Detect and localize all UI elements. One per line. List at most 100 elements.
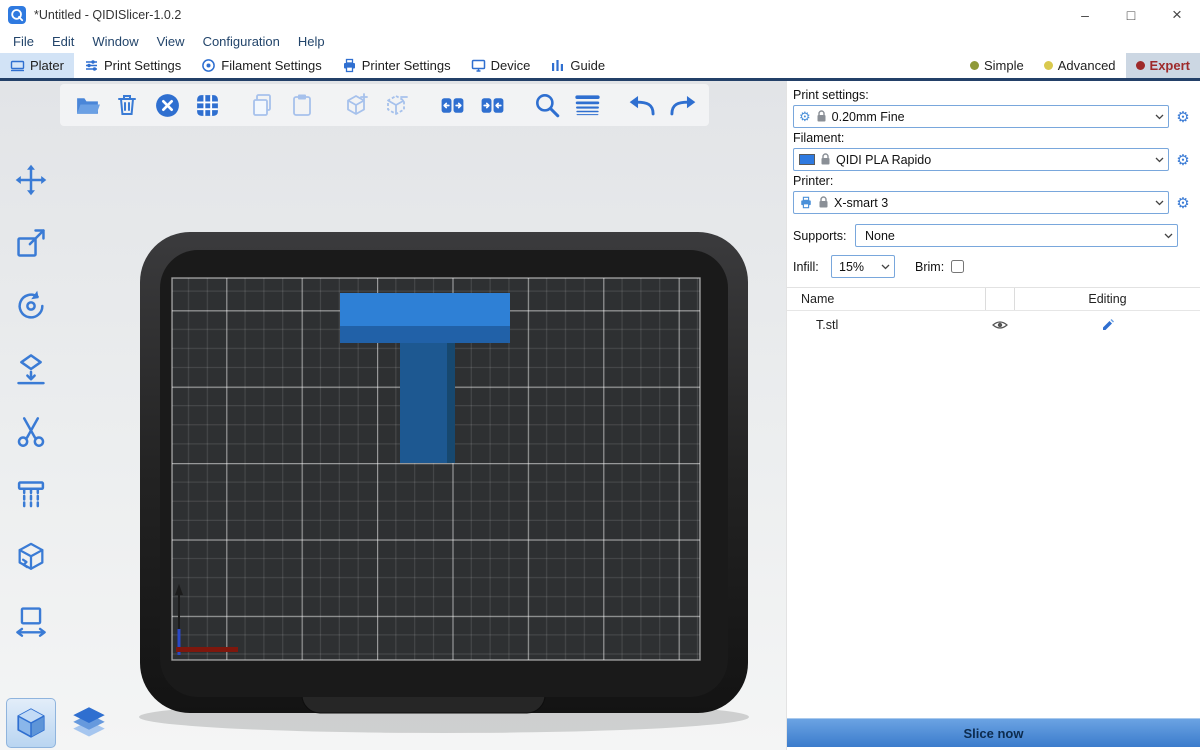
print-settings-combo[interactable]: ⚙ 0.20mm Fine [793, 105, 1169, 128]
print-settings-gear-button[interactable]: ⚙ [1174, 107, 1192, 127]
rotate-tool-button[interactable] [8, 283, 54, 329]
lock-icon [820, 153, 831, 166]
tab-plater[interactable]: Plater [0, 53, 74, 78]
seam-tool-button[interactable] [8, 535, 54, 581]
menu-view[interactable]: View [148, 32, 194, 51]
place-on-face-icon [14, 352, 48, 386]
add-instance-button[interactable] [340, 88, 374, 122]
remove-instance-button[interactable] [380, 88, 414, 122]
chevron-down-icon[interactable] [1151, 106, 1168, 127]
printer-label: Printer: [793, 174, 1192, 188]
title-bar: *Untitled - QIDISlicer-1.0.2 – □ × [0, 0, 1200, 30]
paste-icon [289, 92, 315, 118]
print-settings-tab-icon [84, 58, 99, 73]
object-name[interactable]: T.stl [787, 318, 985, 332]
tab-printer-settings[interactable]: Printer Settings [332, 53, 461, 78]
infill-combo[interactable]: 15% [831, 255, 895, 278]
mode-advanced[interactable]: Advanced [1034, 53, 1126, 78]
split-parts-icon [479, 92, 506, 119]
menu-help[interactable]: Help [289, 32, 334, 51]
filament-combo[interactable]: QIDI PLA Rapido [793, 148, 1169, 171]
print-settings-label: Print settings: [793, 88, 1192, 102]
preview-layers-button[interactable] [64, 698, 114, 748]
place-on-face-tool-button[interactable] [8, 346, 54, 392]
chevron-down-icon[interactable] [1151, 149, 1168, 170]
delete-all-button[interactable] [150, 88, 184, 122]
lock-icon [818, 196, 829, 209]
chevron-down-icon[interactable] [1151, 192, 1168, 213]
variable-layer-height-button[interactable] [570, 88, 604, 122]
undo-icon [628, 91, 657, 120]
expert-mode-dot-icon [1136, 61, 1145, 70]
menu-file[interactable]: File [4, 32, 43, 51]
move-icon [14, 163, 48, 197]
delete-all-icon [154, 92, 181, 119]
paint-support-tool-button[interactable] [8, 472, 54, 518]
scale-icon [14, 226, 48, 260]
menu-bar: File Edit Window View Configuration Help [0, 30, 1200, 53]
object-row[interactable]: T.stl [787, 311, 1200, 338]
supports-combo[interactable]: None [855, 224, 1178, 247]
arrange-icon [194, 92, 221, 119]
mode-simple[interactable]: Simple [960, 53, 1034, 78]
object-list-header: Name Editing [787, 288, 1200, 311]
tab-filament-settings[interactable]: Filament Settings [191, 53, 331, 78]
view-toolbar [6, 698, 114, 748]
move-tool-button[interactable] [8, 157, 54, 203]
tab-print-settings[interactable]: Print Settings [74, 53, 191, 78]
remove-instance-icon [384, 92, 410, 118]
filament-settings-tab-icon [201, 58, 216, 73]
mode-label: Expert [1150, 58, 1190, 73]
chevron-down-icon[interactable] [877, 256, 894, 277]
tab-label: Filament Settings [221, 58, 321, 73]
tab-guide[interactable]: Guide [540, 53, 615, 78]
infill-row: Infill: 15% Brim: [793, 255, 1178, 278]
x-axis-marker [176, 647, 238, 652]
object-editing-cell[interactable] [1015, 311, 1200, 338]
toggle-visibility-cell[interactable] [985, 311, 1015, 338]
open-project-button[interactable] [70, 88, 104, 122]
mode-label: Advanced [1058, 58, 1116, 73]
tab-device[interactable]: Device [461, 53, 541, 78]
maximize-button[interactable]: □ [1108, 0, 1154, 30]
advanced-mode-dot-icon [1044, 61, 1053, 70]
lock-icon [816, 110, 827, 123]
copy-button[interactable] [245, 88, 279, 122]
split-parts-button[interactable] [475, 88, 509, 122]
split-objects-button[interactable] [435, 88, 469, 122]
chevron-down-icon[interactable] [1160, 225, 1177, 246]
print-settings-value: 0.20mm Fine [832, 110, 1146, 124]
delete-button[interactable] [110, 88, 144, 122]
tab-label: Print Settings [104, 58, 181, 73]
search-button[interactable] [530, 88, 564, 122]
cut-tool-button[interactable] [8, 409, 54, 455]
measure-tool-button[interactable] [8, 598, 54, 644]
menu-edit[interactable]: Edit [43, 32, 83, 51]
undo-button[interactable] [625, 88, 659, 122]
redo-button[interactable] [665, 88, 699, 122]
rotate-icon [14, 289, 48, 323]
supports-value: None [861, 229, 1155, 243]
brim-checkbox[interactable] [951, 260, 964, 273]
seam-icon [14, 541, 48, 575]
printer-gear-button[interactable]: ⚙ [1174, 193, 1192, 213]
printer-combo[interactable]: X-smart 3 [793, 191, 1169, 214]
paste-button[interactable] [285, 88, 319, 122]
minimize-button[interactable]: – [1062, 0, 1108, 30]
menu-configuration[interactable]: Configuration [194, 32, 289, 51]
filament-value: QIDI PLA Rapido [836, 153, 1146, 167]
3d-view-button[interactable] [6, 698, 56, 748]
3d-viewport[interactable] [0, 81, 786, 750]
scale-tool-button[interactable] [8, 220, 54, 266]
measure-icon [14, 604, 48, 638]
filament-gear-button[interactable]: ⚙ [1174, 150, 1192, 170]
tab-label: Device [491, 58, 531, 73]
arrange-button[interactable] [190, 88, 224, 122]
printer-settings-tab-icon [342, 58, 357, 73]
close-button[interactable]: × [1154, 0, 1200, 30]
preview-layers-icon [71, 705, 107, 741]
mode-expert[interactable]: Expert [1126, 53, 1200, 78]
menu-window[interactable]: Window [83, 32, 147, 51]
plater-icon [10, 58, 25, 73]
slice-now-button[interactable]: Slice now [787, 718, 1200, 747]
